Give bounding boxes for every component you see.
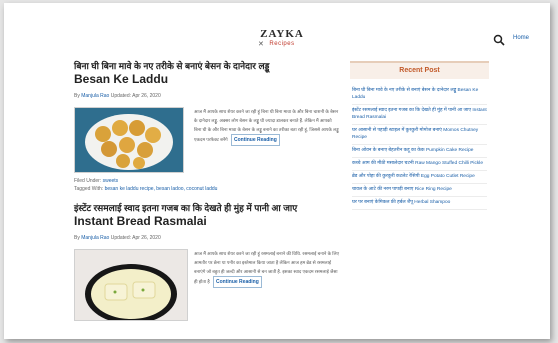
recent-post-list: बिना घी बिना मावे के नए तरीके से बनाएं ब… (350, 85, 489, 210)
recent-post-link[interactable]: इंस्टेंट रसमलाई स्वाद इतना गजब का कि देख… (352, 105, 487, 125)
post-bread-rasmalai: इंस्टेंट रसमलाई स्वाद इतना गजब का कि देख… (74, 203, 339, 321)
author-link[interactable]: Manjula Rao (81, 235, 109, 241)
recent-post-link[interactable]: बिना घी बिना मावे के नए तरीके से बनाएं ब… (352, 85, 487, 105)
continue-reading-button[interactable]: Continue Reading (213, 276, 262, 288)
recent-post-link[interactable]: चावल के आटे की नरम पापड़ी बनाए Rice Ring… (352, 184, 487, 197)
post-title-hindi[interactable]: बिना घी बिना मावे के नए तरीके से बनाएं ब… (74, 61, 339, 72)
author-link[interactable]: Manjula Rao (81, 93, 109, 99)
recent-post-link[interactable]: बिना ओवन के बनाए बेहतरीन कद्दू का केक Pu… (352, 145, 487, 158)
rasmalai-thumbnail[interactable] (74, 249, 188, 321)
laddu-thumbnail[interactable] (74, 107, 184, 173)
tagged-label: Tagged With: (74, 186, 104, 192)
recent-post-link[interactable]: घर पर बनाएं केमिकल फ्री हर्बल शैंपू Herb… (352, 197, 487, 210)
main-content: बिना घी बिना मावे के नए तरीके से बनाएं ब… (74, 61, 339, 321)
post-title-english[interactable]: Instant Bread Rasmalai (74, 214, 339, 228)
meta-prefix: By (74, 93, 80, 99)
updated-date: Updated: Apr 26, 2020 (110, 93, 161, 99)
sidebar: Recent Post बिना घी बिना मावे के नए तरीक… (350, 61, 489, 210)
recent-post-link[interactable]: कच्चे आम की मीठी मसालेदार चटनी Raw Mango… (352, 158, 487, 171)
home-link[interactable]: Home (513, 35, 529, 41)
recent-post-link[interactable]: ब्रेड और पोहा की कुरकुरी कटलेट रेसिपी Eg… (352, 171, 487, 184)
post-body: आज मैं आपके साथ शेयर करने जा रही हूं बिन… (74, 107, 339, 177)
post-meta: By Manjula Rao Updated: Apr 26, 2020 (74, 93, 339, 99)
search-icon[interactable] (493, 34, 505, 46)
post-title-english[interactable]: Besan Ke Laddu (74, 72, 339, 86)
post-excerpt: आज मैं आपके साथ शेयर करने जा रही हूं बिन… (194, 107, 339, 146)
filed-label: Filed Under: (74, 178, 102, 184)
post-meta: By Manjula Rao Updated: Apr 26, 2020 (74, 235, 339, 241)
category-link[interactable]: sweets (103, 178, 119, 184)
recent-post-title: Recent Post (350, 61, 489, 79)
recent-post-link[interactable]: घर आसानी से पहाड़ी स्टाइल में कुरकुरी मो… (352, 125, 487, 145)
post-excerpt: आज मैं आपके साथ शेयर करने जा रही हूं रसम… (194, 249, 339, 288)
continue-reading-button[interactable]: Continue Reading (230, 134, 280, 146)
filed-under: Filed Under: sweets (74, 177, 339, 185)
post-besan-laddu: बिना घी बिना मावे के नए तरीके से बनाएं ब… (74, 61, 339, 193)
site-header: ZAYKA ✕ Recipes Home (4, 3, 550, 55)
post-body: आज मैं आपके साथ शेयर करने जा रही हूं रसम… (74, 249, 339, 321)
site-logo[interactable]: ZAYKA ✕ Recipes (252, 29, 312, 51)
fork-icon: ✕ (258, 41, 264, 48)
tagged-with: Tagged With: besan ke laddu recipe, besa… (74, 185, 339, 193)
laddu-image (75, 108, 183, 172)
updated-date: Updated: Apr 26, 2020 (110, 235, 161, 241)
post-title-hindi[interactable]: इंस्टेंट रसमलाई स्वाद इतना गजब का कि देख… (74, 203, 339, 214)
tag-links[interactable]: besan ke laddu recipe, besan ladoo, coco… (105, 186, 218, 192)
logo-text: ZAYKA (260, 28, 304, 40)
page: ZAYKA ✕ Recipes Home बिना घी बिना मावे क… (4, 3, 550, 339)
rasmalai-image (75, 250, 187, 320)
meta-prefix: By (74, 235, 80, 241)
